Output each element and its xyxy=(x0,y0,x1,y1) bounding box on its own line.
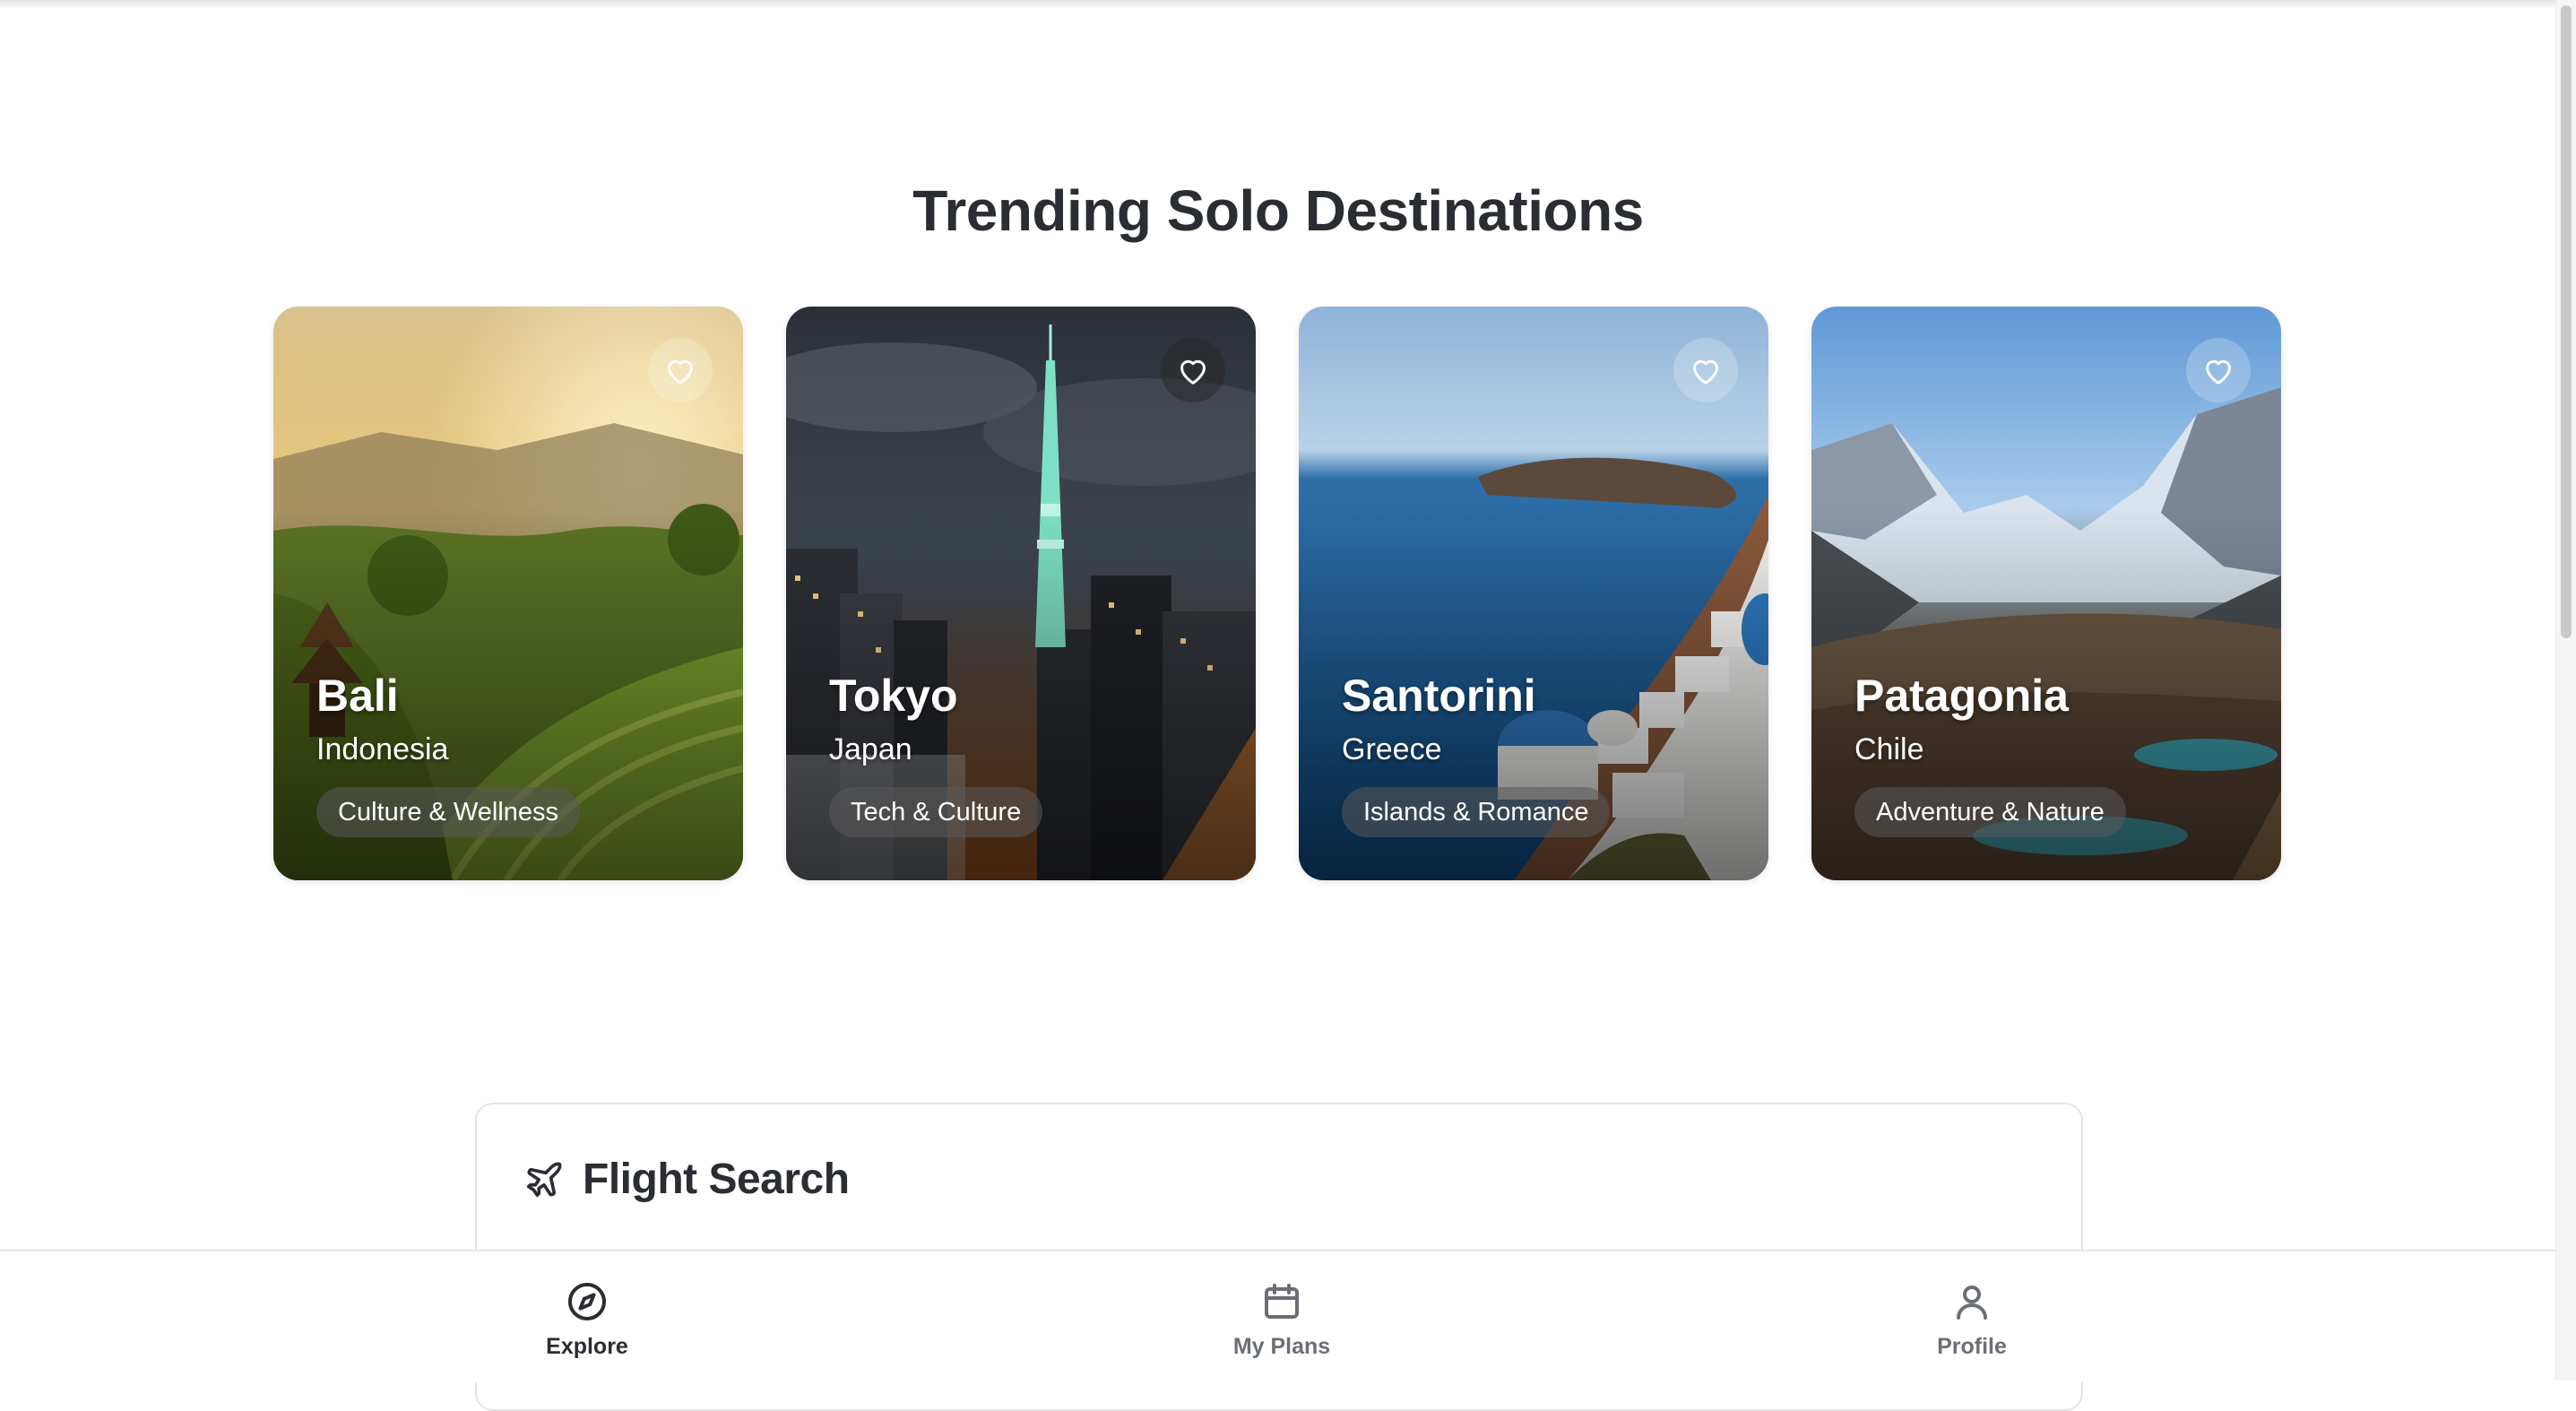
bottom-nav: Explore My Plans Profile xyxy=(0,1250,2556,1382)
card-info: Tokyo Japan Tech & Culture xyxy=(829,671,1043,837)
card-city: Santorini xyxy=(1342,671,1536,721)
top-edge-shadow xyxy=(0,0,2556,9)
scrollbar[interactable] xyxy=(2555,0,2576,1381)
card-info: Santorini Greece Islands & Romance xyxy=(1342,671,1611,837)
scrollbar-thumb[interactable] xyxy=(2561,5,2572,638)
destination-cards: Bali Indonesia Culture & Wellness Tokyo … xyxy=(273,307,2281,880)
card-city: Bali xyxy=(316,671,399,721)
calendar-icon xyxy=(1265,1284,1299,1319)
destination-card-patagonia[interactable]: Patagonia Chile Adventure & Nature xyxy=(1811,307,2281,880)
heart-icon xyxy=(1180,359,1206,385)
card-country: Chile xyxy=(1854,732,1924,766)
heart-icon xyxy=(1693,359,1718,385)
card-info: Bali Indonesia Culture & Wellness xyxy=(316,671,581,837)
card-tag: Culture & Wellness xyxy=(316,787,581,837)
flight-search-title: Flight Search xyxy=(583,1156,850,1203)
nav-item-explore[interactable]: Explore xyxy=(488,1280,686,1360)
card-info: Patagonia Chile Adventure & Nature xyxy=(1854,671,2126,837)
favorite-button[interactable] xyxy=(1161,338,1225,403)
card-country: Greece xyxy=(1342,732,1442,766)
nav-label-profile: Profile xyxy=(1937,1334,2007,1359)
card-city: Tokyo xyxy=(829,671,958,721)
nav-label-my-plans: My Plans xyxy=(1232,1334,1331,1359)
favorite-button[interactable] xyxy=(648,338,713,403)
card-tag: Adventure & Nature xyxy=(1854,787,2126,837)
destination-card-tokyo[interactable]: Tokyo Japan Tech & Culture xyxy=(786,307,1256,880)
destination-card-bali[interactable]: Bali Indonesia Culture & Wellness xyxy=(273,307,743,880)
card-tag: Islands & Romance xyxy=(1342,787,1611,837)
card-tag: Tech & Culture xyxy=(829,787,1043,837)
nav-item-profile[interactable]: Profile xyxy=(1873,1280,2070,1360)
destination-card-santorini[interactable]: Santorini Greece Islands & Romance xyxy=(1299,307,1768,880)
flight-search-header: Flight Search xyxy=(523,1155,850,1204)
favorite-button[interactable] xyxy=(1673,338,1738,403)
favorite-button[interactable] xyxy=(2186,338,2251,403)
compass-icon xyxy=(568,1283,606,1320)
heart-icon xyxy=(2206,359,2231,385)
nav-item-my-plans[interactable]: My Plans xyxy=(1183,1280,1380,1360)
heart-icon xyxy=(668,359,693,385)
card-country: Indonesia xyxy=(316,732,449,766)
card-city: Patagonia xyxy=(1854,671,2069,721)
card-country: Japan xyxy=(829,732,912,766)
plane-icon xyxy=(526,1162,562,1197)
section-title: Trending Solo Destinations xyxy=(912,178,1644,243)
user-icon xyxy=(1957,1285,1987,1320)
nav-label-explore: Explore xyxy=(546,1334,628,1359)
